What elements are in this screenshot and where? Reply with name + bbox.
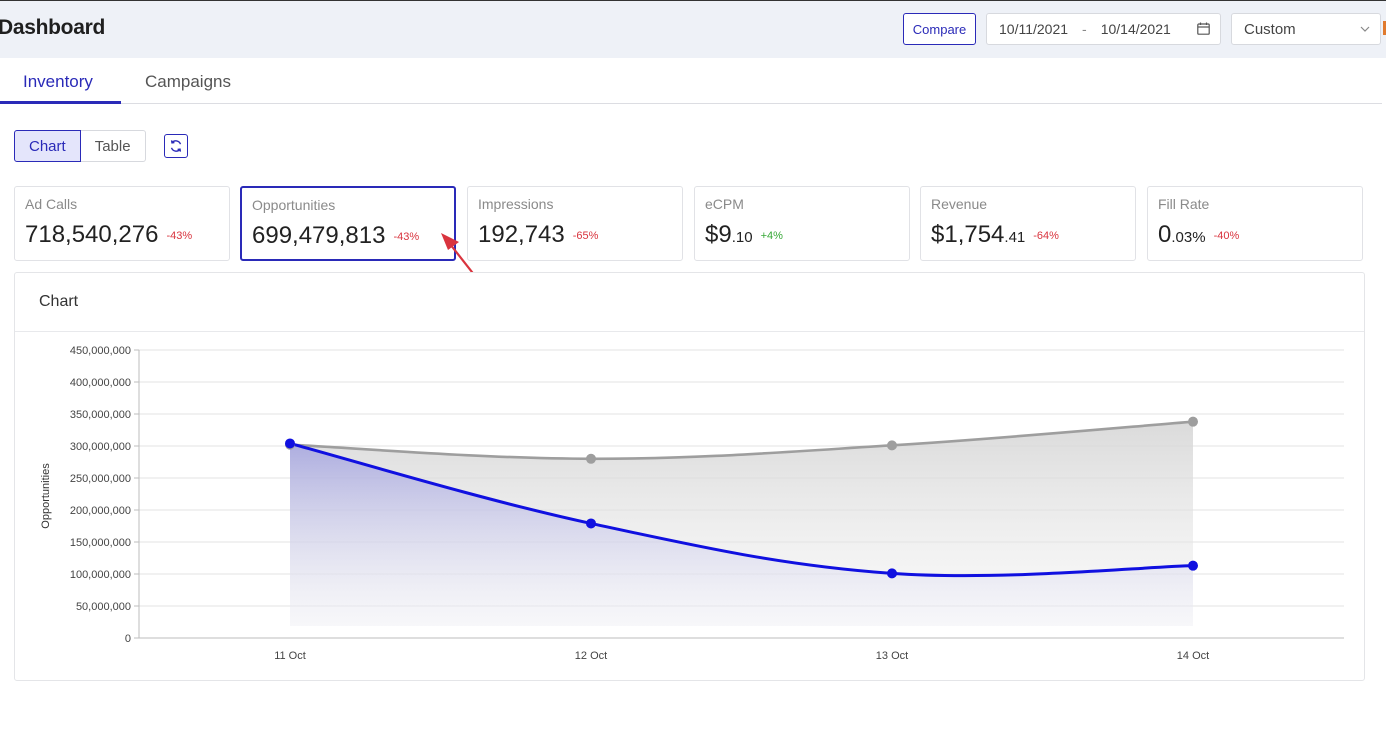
metric-value: $1,754.41 -64% xyxy=(931,221,1059,248)
tab-campaigns[interactable]: Campaigns xyxy=(145,72,231,92)
metric-label: eCPM xyxy=(705,196,744,212)
metric-label: Revenue xyxy=(931,196,988,212)
y-tick-label: 250,000,000 xyxy=(70,473,131,485)
opportunities-chart: 0 50,000,000 100,000,000 150,000,000 200,000… xyxy=(40,345,1344,662)
date-end: 10/14/2021 xyxy=(1100,21,1171,37)
y-tick-label: 0 xyxy=(125,633,131,645)
metric-label: Opportunities xyxy=(252,197,336,213)
data-point xyxy=(1188,560,1198,571)
data-point xyxy=(586,453,596,464)
date-start: 10/11/2021 xyxy=(999,21,1069,37)
x-axis-ticks: 11 Oct 12 Oct 13 Oct 14 Oct xyxy=(274,650,1209,662)
metric-value: 718,540,276 -43% xyxy=(25,221,193,248)
y-tick-label: 450,000,000 xyxy=(70,345,131,357)
metric-change: -43% xyxy=(393,231,420,243)
tab-bar: Inventory Campaigns xyxy=(0,58,1382,104)
active-tab-underline xyxy=(0,101,121,104)
y-axis-ticks: 0 50,000,000 100,000,000 150,000,000 200,000… xyxy=(70,345,131,645)
metric-change: -40% xyxy=(1213,230,1240,242)
metric-label: Fill Rate xyxy=(1158,196,1210,212)
metric-card-ecpm[interactable]: eCPM $9.10 +4% xyxy=(694,186,910,261)
metric-value: 699,479,813 -43% xyxy=(252,222,420,249)
date-separator: - xyxy=(1082,21,1087,37)
metric-change: +4% xyxy=(760,230,783,242)
chart-view-button[interactable]: Chart xyxy=(14,130,81,162)
tab-inventory[interactable]: Inventory xyxy=(23,72,93,92)
x-tick-label: 12 Oct xyxy=(575,650,607,662)
arrow-head xyxy=(441,233,459,250)
x-tick-label: 13 Oct xyxy=(876,650,908,662)
metric-label: Ad Calls xyxy=(25,196,78,212)
calendar-icon[interactable] xyxy=(1197,22,1210,35)
refresh-icon xyxy=(170,140,182,152)
metric-change: -64% xyxy=(1033,230,1059,242)
y-tick-label: 50,000,000 xyxy=(76,601,131,613)
metric-card-impressions[interactable]: Impressions 192,743 -65% xyxy=(467,186,683,261)
metric-value: $9.10 +4% xyxy=(705,221,783,248)
metric-card-opportunities[interactable]: Opportunities 699,479,813 -43% xyxy=(240,186,456,261)
metric-card-revenue[interactable]: Revenue $1,754.41 -64% xyxy=(920,186,1136,261)
data-point xyxy=(887,568,897,579)
view-toggle: Chart Table xyxy=(14,130,146,162)
x-tick-label: 11 Oct xyxy=(274,650,306,662)
data-point xyxy=(1188,416,1198,427)
y-tick-label: 400,000,000 xyxy=(70,377,131,389)
data-point xyxy=(285,438,295,449)
refresh-button[interactable] xyxy=(164,134,188,158)
metric-change: -43% xyxy=(166,230,193,242)
data-point xyxy=(887,440,897,451)
metric-label: Impressions xyxy=(478,196,554,212)
chevron-down-icon xyxy=(1360,26,1370,32)
range-select[interactable]: Custom xyxy=(1231,13,1381,45)
data-point xyxy=(586,518,596,529)
metric-value: 192,743 -65% xyxy=(478,221,599,248)
metric-card-ad-calls[interactable]: Ad Calls 718,540,276 -43% xyxy=(14,186,230,261)
metric-card-fill-rate[interactable]: Fill Rate 0.03% -40% xyxy=(1147,186,1363,261)
page-title: Dashboard xyxy=(0,16,105,39)
chart-panel-title: Chart xyxy=(39,293,79,310)
y-tick-label: 100,000,000 xyxy=(70,569,131,581)
y-tick-label: 300,000,000 xyxy=(70,441,131,453)
y-tick-label: 200,000,000 xyxy=(70,505,131,517)
range-select-value: Custom xyxy=(1244,20,1296,38)
table-view-button[interactable]: Table xyxy=(80,130,146,162)
y-tick-label: 350,000,000 xyxy=(70,409,131,421)
date-range-picker[interactable]: 10/11/2021 - 10/14/2021 xyxy=(986,13,1221,45)
metric-change: -65% xyxy=(572,230,599,242)
y-tick-label: 150,000,000 xyxy=(70,537,131,549)
x-tick-label: 14 Oct xyxy=(1177,650,1209,662)
top-bar: Dashboard Compare 10/11/2021 - 10/14/202… xyxy=(0,0,1386,58)
compare-button[interactable]: Compare xyxy=(903,13,976,45)
y-axis-label: Opportunities xyxy=(40,463,52,529)
metric-value: 0.03% -40% xyxy=(1158,221,1240,248)
